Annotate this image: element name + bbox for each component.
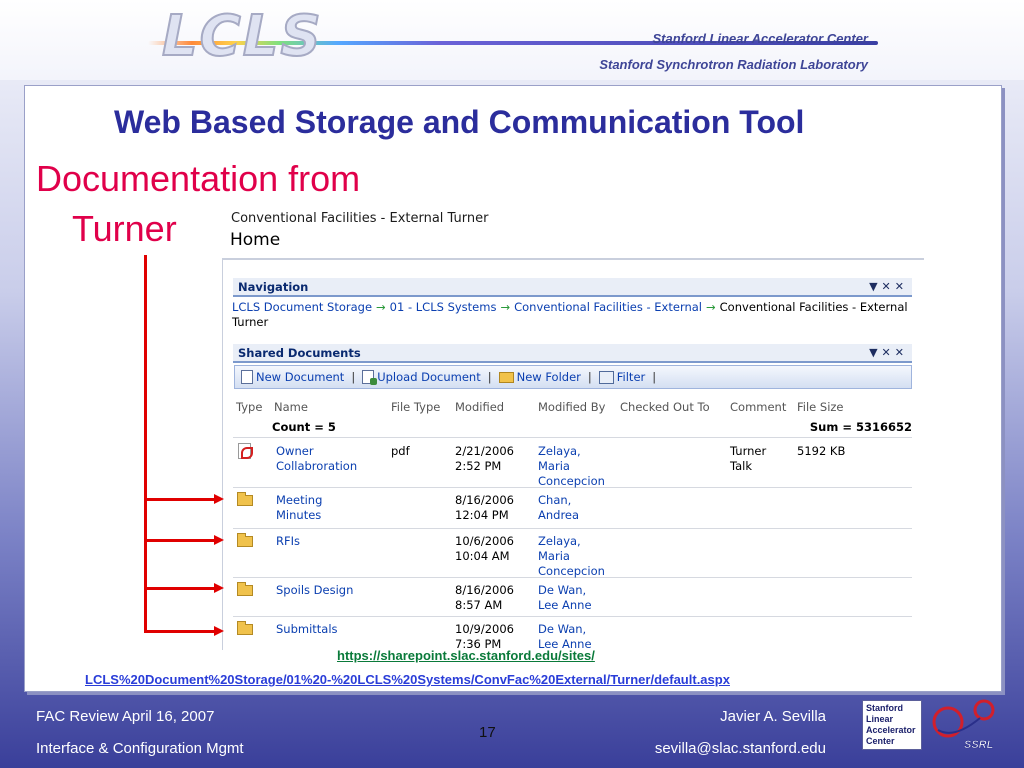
modified-cell: 2/21/2006 2:52 PM [455, 444, 514, 473]
modified-cell: 10/6/2006 10:04 AM [455, 534, 514, 563]
arrow-head-icon [214, 535, 224, 545]
ssrl-mark-text: SSRL [964, 739, 994, 750]
footer-event: FAC Review April 16, 2007 [36, 708, 215, 725]
page-number: 17 [479, 724, 496, 741]
sharepoint-page-title: Home [230, 230, 281, 250]
folder-name-link[interactable]: RFIs [276, 534, 300, 549]
header-band [0, 0, 1024, 80]
breadcrumb-link-lcls-systems[interactable]: 01 - LCLS Systems [390, 300, 497, 314]
comment-cell: Turner Talk [730, 444, 767, 473]
folder-name-link[interactable]: Spoils Design [276, 583, 353, 598]
documents-toolbar: New Document | Upload Document | New Fol… [234, 365, 912, 389]
arrow-head-icon [214, 626, 224, 636]
annotation-arrow-line [144, 539, 216, 542]
breadcrumb: LCLS Document Storage → 01 - LCLS Systems →… [232, 300, 912, 330]
navigation-webpart-title: Navigation [238, 280, 309, 294]
modified-cell: 8/16/2006 8:57 AM [455, 583, 514, 612]
footer-author: Javier A. Sevilla [720, 708, 826, 725]
arrow-head-icon [214, 583, 224, 593]
toolbar-separator: | [487, 370, 492, 384]
slide-title: Web Based Storage and Communication Tool [114, 104, 805, 140]
column-header-checked-out-to[interactable]: Checked Out To [620, 400, 710, 414]
new-document-icon [241, 370, 253, 384]
count-row: Count = 5 Sum = 5316652 [233, 418, 912, 438]
annotation-arrow-line [144, 498, 216, 501]
table-row[interactable]: RFIs 10/6/2006 10:04 AM Zelaya, Maria Co… [233, 530, 912, 578]
new-folder-icon [498, 371, 514, 383]
new-folder-button[interactable]: New Folder [498, 370, 581, 384]
subtitle-line-2: Turner [72, 208, 177, 249]
sharepoint-site-name[interactable]: Conventional Facilities - External Turne… [231, 211, 488, 226]
divider [222, 258, 924, 260]
table-row[interactable]: Spoils Design 8/16/2006 8:57 AM De Wan, … [233, 579, 912, 617]
table-row[interactable]: Meeting Minutes 8/16/2006 12:04 PM Chan,… [233, 489, 912, 529]
new-document-button[interactable]: New Document [241, 370, 344, 384]
modified-cell: 8/16/2006 12:04 PM [455, 493, 514, 522]
subtitle-line-1: Documentation from [36, 158, 361, 199]
folder-icon [237, 492, 253, 506]
sum-label: Sum = 5316652 [809, 420, 912, 434]
toolbar-separator: | [652, 370, 657, 384]
sharepoint-url-line-1[interactable]: https://sharepoint.slac.stanford.edu/sit… [337, 648, 595, 663]
annotation-arrow-line [144, 630, 216, 633]
arrow-head-icon [214, 494, 224, 504]
arrow-right-icon: → [706, 300, 716, 314]
footer-topic: Interface & Configuration Mgmt [36, 740, 244, 757]
column-header-comment[interactable]: Comment [730, 400, 786, 414]
file-type-cell: pdf [391, 444, 410, 458]
slac-logo: Stanford Linear Accelerator Center [862, 700, 922, 750]
folder-name-link[interactable]: Meeting Minutes [276, 493, 322, 523]
toolbar-separator: | [587, 370, 592, 384]
column-header-modified[interactable]: Modified [455, 400, 504, 414]
annotation-bracket-vertical [144, 255, 147, 633]
folder-icon [237, 621, 253, 635]
modified-by-link[interactable]: Zelaya, Maria Concepcion [538, 534, 605, 579]
org-name-slac: Stanford Linear Accelerator Center [652, 31, 868, 46]
sharepoint-url-line-2[interactable]: LCLS%20Document%20Storage/01%20-%20LCLS%… [85, 672, 730, 687]
webpart-controls[interactable]: ▼✕✕ [869, 278, 908, 296]
upload-document-button[interactable]: Upload Document [362, 370, 481, 385]
modified-by-link[interactable]: Chan, Andrea [538, 493, 579, 523]
toolbar-separator: | [351, 370, 356, 384]
folder-icon [237, 533, 253, 547]
folder-name-link[interactable]: Submittals [276, 622, 338, 637]
shared-documents-title[interactable]: Shared Documents [238, 346, 361, 360]
breadcrumb-link-conventional-facilities[interactable]: Conventional Facilities - External [514, 300, 702, 314]
file-size-cell: 5192 KB [797, 444, 846, 458]
column-header-file-type[interactable]: File Type [391, 400, 440, 414]
webpart-controls[interactable]: ▼✕✕ [869, 344, 908, 362]
org-name-ssrl: Stanford Synchrotron Radiation Laborator… [599, 57, 868, 72]
breadcrumb-link-document-storage[interactable]: LCLS Document Storage [232, 300, 372, 314]
modified-by-link[interactable]: De Wan, Lee Anne [538, 583, 592, 613]
ssrl-logo-icon: SSRL [932, 699, 995, 750]
modified-by-link[interactable]: Zelaya, Maria Concepcion [538, 444, 605, 489]
arrow-right-icon: → [500, 300, 511, 314]
lcls-logo: LCLS [161, 3, 323, 70]
column-header-modified-by[interactable]: Modified By [538, 400, 605, 414]
upload-icon [362, 370, 378, 385]
column-header-file-size[interactable]: File Size [797, 400, 844, 414]
table-row[interactable]: Submittals 10/9/2006 7:36 PM De Wan, Lee… [233, 618, 912, 651]
annotation-arrow-line [144, 587, 216, 590]
pdf-icon [238, 443, 253, 459]
filter-button[interactable]: Filter [598, 370, 645, 384]
column-header-type[interactable]: Type [236, 400, 262, 414]
table-row[interactable]: Owner Collabroration pdf 2/21/2006 2:52 … [233, 440, 912, 488]
shared-documents-webpart-header: Shared Documents ▼✕✕ [233, 344, 912, 363]
column-header-name[interactable]: Name [274, 400, 308, 414]
filter-icon [598, 370, 614, 384]
folder-icon [237, 582, 253, 596]
footer-email: sevilla@slac.stanford.edu [654, 740, 826, 757]
document-name-link[interactable]: Owner Collabroration [276, 444, 357, 474]
navigation-webpart-header: Navigation ▼✕✕ [233, 278, 912, 297]
count-label: Count = 5 [272, 420, 336, 434]
arrow-right-icon: → [376, 300, 386, 314]
